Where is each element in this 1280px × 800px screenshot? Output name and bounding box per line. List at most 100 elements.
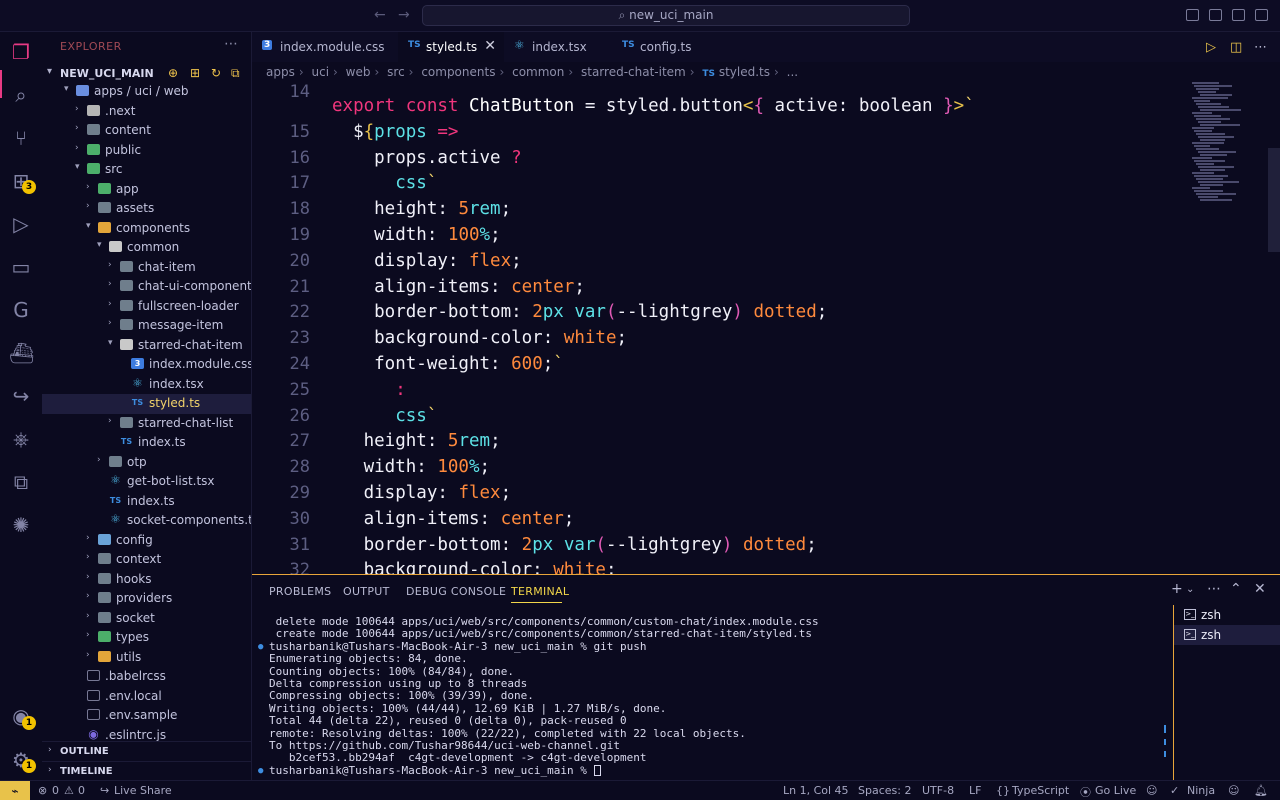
run-debug-icon[interactable]: ▷ <box>9 212 33 236</box>
code-line[interactable]: props.active ? <box>332 148 522 168</box>
code-line[interactable]: border-bottom: 2px var(--lightgrey) dott… <box>332 302 827 322</box>
tree-folder[interactable]: › chat-ui-component <box>42 277 251 297</box>
error-icon[interactable]: ⊗ <box>38 784 47 797</box>
tree-folder[interactable]: ▾ common <box>42 238 251 258</box>
warning-count[interactable]: 0 <box>78 784 85 797</box>
code-line[interactable]: font-weight: 600;` <box>332 354 564 374</box>
customize-layout-icon[interactable] <box>1255 9 1268 21</box>
code-line[interactable]: align-items: center; <box>332 509 575 529</box>
code-line[interactable]: background-color: white; <box>332 328 627 348</box>
tab-terminal[interactable]: TERMINAL <box>511 585 569 598</box>
copilot-icon[interactable]: ☺ <box>1146 784 1157 797</box>
breadcrumb-item[interactable]: src <box>387 65 405 79</box>
code-line[interactable]: width: 100%; <box>332 457 490 477</box>
go-live-button[interactable]: Go Live <box>1095 784 1136 797</box>
tree-folder[interactable]: › public <box>42 141 251 161</box>
tree-file[interactable]: .env.sample <box>42 706 251 726</box>
command-center-search[interactable]: ⌕ new_uci_main <box>422 5 910 26</box>
terminal-item[interactable]: >_ zsh <box>1174 625 1280 645</box>
tree-file[interactable]: .babelrcss <box>42 667 251 687</box>
tab-output[interactable]: OUTPUT <box>343 585 390 598</box>
tree-folder[interactable]: › fullscreen-loader <box>42 297 251 317</box>
tree-file[interactable]: ⚛ socket-components.tsx <box>42 511 251 531</box>
chevron-down-icon[interactable]: ⌄ <box>1186 584 1194 595</box>
refresh-icon[interactable]: ↻ <box>211 66 221 80</box>
code-line[interactable]: display: flex; <box>332 251 522 271</box>
tree-folder[interactable]: › starred-chat-list <box>42 414 251 434</box>
tree-folder[interactable]: › utils <box>42 648 251 668</box>
collapse-all-icon[interactable]: ⧉ <box>231 66 240 81</box>
tree-file[interactable]: TS index.ts <box>42 492 251 512</box>
tree-folder[interactable]: ▾ apps / uci / web <box>42 82 251 102</box>
breadcrumb-item[interactable]: starred-chat-item <box>581 65 686 79</box>
warning-icon[interactable]: ⚠ <box>64 784 74 797</box>
kubernetes-icon[interactable]: ⎈ <box>9 427 33 451</box>
code-line[interactable]: height: 5rem; <box>332 431 501 451</box>
indentation[interactable]: Spaces: 2 <box>858 784 911 797</box>
tree-folder[interactable]: › message-item <box>42 316 251 336</box>
code-line[interactable]: : <box>332 380 406 400</box>
live-share-button[interactable]: Live Share <box>114 784 172 797</box>
tree-folder[interactable]: › types <box>42 628 251 648</box>
code-line[interactable]: css` <box>332 406 437 426</box>
code-line[interactable]: css` <box>332 173 437 193</box>
minimap[interactable] <box>1192 82 1272 222</box>
tree-folder[interactable]: › .next <box>42 102 251 122</box>
toggle-secondary-sidebar-icon[interactable] <box>1232 9 1245 21</box>
code-line[interactable]: display: flex; <box>332 483 512 503</box>
tree-folder[interactable]: › otp <box>42 453 251 473</box>
breadcrumb-item[interactable]: web <box>346 65 371 79</box>
search-icon[interactable]: ⌕ <box>9 83 33 107</box>
tree-folder[interactable]: ▾ src <box>42 160 251 180</box>
breadcrumb-item[interactable]: ... <box>787 65 798 79</box>
tree-folder[interactable]: › assets <box>42 199 251 219</box>
tree-file[interactable]: ⚛ index.tsx <box>42 375 251 395</box>
error-count[interactable]: 0 <box>52 784 59 797</box>
timeline-section[interactable]: › TIMELINE <box>42 761 251 780</box>
tree-file[interactable]: TS styled.ts <box>42 394 251 414</box>
tree-file[interactable]: 3 index.module.css <box>42 355 251 375</box>
tree-folder[interactable]: ▾ starred-chat-item <box>42 336 251 356</box>
editor-scrollbar[interactable] <box>1268 148 1280 252</box>
tab-problems[interactable]: PROBLEMS <box>269 585 331 598</box>
source-control-icon[interactable]: ⑂ <box>9 126 33 150</box>
remote-indicator[interactable]: ⌁ <box>0 781 30 800</box>
tree-folder[interactable]: › socket <box>42 609 251 629</box>
tree-folder[interactable]: › hooks <box>42 570 251 590</box>
feedback-icon[interactable]: ☺ <box>1228 784 1239 797</box>
tab-debug-console[interactable]: DEBUG CONSOLE <box>406 585 506 598</box>
close-icon[interactable]: ✕ <box>1254 581 1266 597</box>
breadcrumb-item[interactable]: components <box>421 65 495 79</box>
code-line[interactable]: ${props => <box>332 122 458 142</box>
code-line[interactable]: export const ChatButton = styled.button<… <box>332 96 975 116</box>
run-icon[interactable]: ▷ <box>1206 40 1216 55</box>
code-line[interactable]: align-items: center; <box>332 277 585 297</box>
forward-icon[interactable]: → <box>398 7 410 23</box>
tab-index-module-css[interactable]: 3 index.module.css <box>252 32 398 62</box>
code-line[interactable]: border-bottom: 2px var(--lightgrey) dott… <box>332 535 817 555</box>
breadcrumb-item[interactable]: common <box>512 65 564 79</box>
ninja-status[interactable]: Ninja <box>1187 784 1215 797</box>
new-file-icon[interactable]: ⊕ <box>168 66 178 80</box>
gitlens-icon[interactable]: G <box>9 298 33 322</box>
workspace-root[interactable]: ▾ NEW_UCI_MAIN ⊕ ⊞ ↻ ⧉ <box>42 65 251 83</box>
more-actions-icon[interactable]: ⋯ <box>224 36 238 52</box>
new-folder-icon[interactable]: ⊞ <box>190 66 200 80</box>
code-line[interactable]: height: 5rem; <box>332 199 511 219</box>
tree-folder[interactable]: › context <box>42 550 251 570</box>
tab-config-ts[interactable]: TS config.ts <box>612 32 718 62</box>
code-line[interactable]: background-color: white; <box>332 560 617 574</box>
tab-styled-ts[interactable]: TS styled.ts ✕ <box>398 32 504 62</box>
tree-folder[interactable]: › config <box>42 531 251 551</box>
code-editor[interactable]: 14 15 16 17 18 19 20 21 22 23 24 25 26 27 28 29 30 31 32 e… <box>252 82 1280 574</box>
tree-folder[interactable]: › providers <box>42 589 251 609</box>
maximize-panel-icon[interactable]: ⌃ <box>1230 581 1242 597</box>
toggle-panel-icon[interactable] <box>1209 9 1222 21</box>
tab-index-tsx[interactable]: ⚛ index.tsx <box>504 32 612 62</box>
openai-icon[interactable]: ✺ <box>9 513 33 537</box>
more-actions-icon[interactable]: ⋯ <box>1207 581 1221 597</box>
tree-folder[interactable]: ▾ components <box>42 219 251 239</box>
new-terminal-icon[interactable]: + <box>1171 581 1183 597</box>
tree-file[interactable]: ⚛ get-bot-list.tsx <box>42 472 251 492</box>
terminal-output[interactable]: delete mode 100644 apps/uci/web/src/comp… <box>258 615 1164 779</box>
